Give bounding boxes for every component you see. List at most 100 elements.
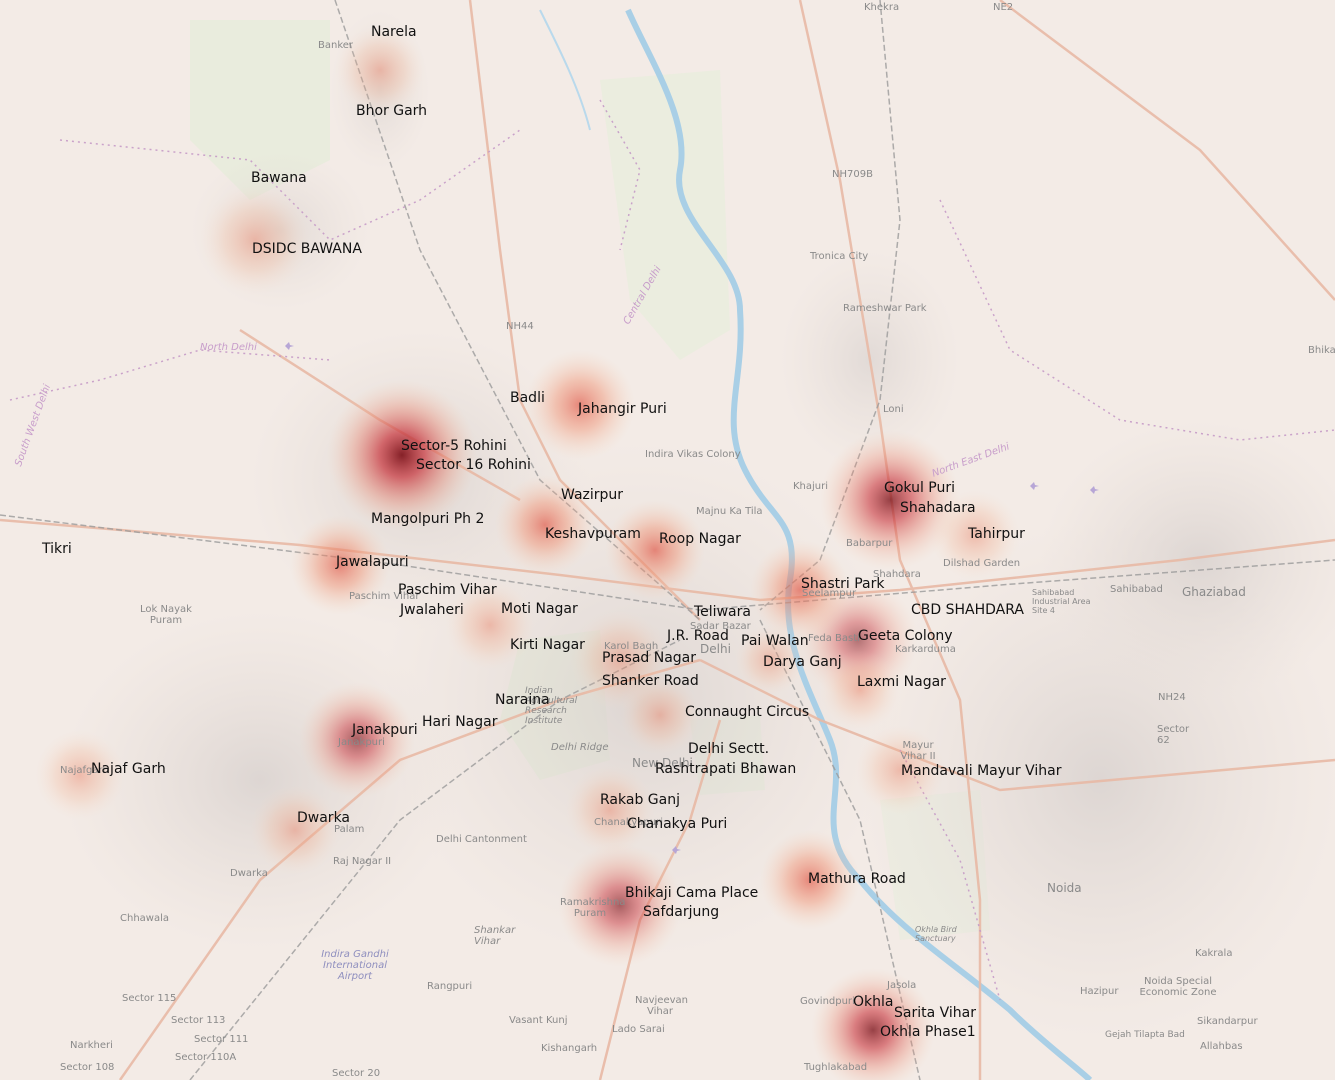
station-label[interactable]: Moti Nagar: [501, 601, 578, 617]
station-label[interactable]: Sector 16 Rohini: [416, 457, 531, 473]
base-label: Tronica City: [810, 251, 869, 262]
base-label: Sector 20: [332, 1068, 381, 1079]
base-label: Kakrala: [1195, 948, 1233, 959]
station-label[interactable]: Mathura Road: [808, 871, 906, 887]
station-label[interactable]: Kirti Nagar: [510, 637, 585, 653]
base-label: Ghaziabad: [1182, 585, 1246, 599]
station-label[interactable]: Mandavali Mayur Vihar: [901, 763, 1061, 779]
base-label: Banker: [318, 40, 354, 51]
station-label[interactable]: Sector-5 Rohini: [401, 438, 507, 454]
station-label[interactable]: Najaf Garh: [91, 761, 166, 777]
base-label: Sikandarpur: [1197, 1016, 1258, 1027]
base-label: Delhi: [700, 642, 731, 656]
base-label: Indira Vikas Colony: [645, 449, 741, 460]
hotspot-sector5-rohini: [327, 380, 477, 530]
station-label[interactable]: Bhor Garh: [356, 103, 427, 119]
station-label[interactable]: Tahirpur: [968, 526, 1025, 542]
station-label[interactable]: Chanakya Puri: [627, 816, 727, 832]
station-label[interactable]: Okhla Phase1: [880, 1024, 976, 1040]
station-label[interactable]: Gokul Puri: [884, 480, 955, 496]
base-label: Ramakrishna Puram: [560, 897, 626, 919]
base-label: Shankar Vihar: [474, 925, 516, 947]
base-label: Okhla Bird Sanctuary: [915, 925, 957, 943]
base-label: Feda Basti: [808, 633, 860, 644]
station-label[interactable]: Laxmi Nagar: [857, 674, 946, 690]
station-label[interactable]: Paschim Vihar: [398, 582, 497, 598]
base-label: Narkheri: [70, 1040, 113, 1051]
hotspot-dwarka: [250, 785, 340, 875]
station-label[interactable]: Badli: [510, 390, 545, 406]
station-label[interactable]: Wazirpur: [561, 487, 623, 503]
station-label[interactable]: Sarita Vihar: [894, 1005, 976, 1021]
station-label[interactable]: Rashtrapati Bhawan: [655, 761, 796, 777]
base-label: Sector 108: [60, 1062, 115, 1073]
station-label[interactable]: Hari Nagar: [422, 714, 497, 730]
station-label[interactable]: Naraina: [495, 692, 550, 708]
base-label: Kishangarh: [541, 1043, 598, 1054]
base-label: Khekra: [864, 2, 900, 13]
base-label: Delhi Ridge: [551, 742, 609, 753]
station-label[interactable]: Okhla: [853, 994, 893, 1010]
station-label[interactable]: Keshavpuram: [545, 526, 641, 542]
station-label[interactable]: Bawana: [251, 170, 307, 186]
heatmap-map[interactable]: Khekra NE2 Banker Tronica City Rameshwar…: [0, 0, 1335, 1080]
station-label[interactable]: Safdarjung: [643, 904, 719, 920]
station-label[interactable]: Darya Ganj: [763, 654, 842, 670]
base-label: Tughlakabad: [804, 1062, 868, 1073]
base-label: Dwarka: [230, 868, 268, 879]
hotspot-rakab-ganj: [565, 765, 655, 855]
station-label[interactable]: Rakab Ganj: [600, 792, 680, 808]
base-label: Indira Gandhi International Airport: [321, 949, 389, 982]
base-label: Gejah Tilapta Bad: [1105, 1030, 1185, 1040]
base-label: Allahbas: [1200, 1041, 1243, 1052]
station-label[interactable]: Geeta Colony: [858, 628, 953, 644]
base-label: Sahibabad Industrial Area Site 4: [1032, 588, 1091, 615]
station-label[interactable]: Pai Walan: [741, 633, 809, 649]
station-label[interactable]: Jawalapuri: [336, 554, 409, 570]
station-label[interactable]: Narela: [371, 24, 417, 40]
base-label: NH24: [1158, 692, 1186, 703]
base-label: NH44: [506, 321, 534, 332]
station-label[interactable]: Delhi Sectt.: [688, 741, 769, 757]
base-label: Bhikan: [1308, 345, 1335, 356]
base-label: Janakpuri: [338, 737, 385, 748]
station-label[interactable]: Roop Nagar: [659, 531, 741, 547]
base-label: Sahibabad: [1110, 584, 1163, 595]
hotspot-roop-nagar: [605, 500, 705, 600]
base-label: Vasant Kunj: [509, 1015, 568, 1026]
station-label[interactable]: Connaught Circus: [685, 704, 809, 720]
station-label[interactable]: Tikri: [42, 541, 72, 557]
station-label[interactable]: Bhikaji Cama Place: [625, 885, 758, 901]
base-label: Dilshad Garden: [943, 558, 1021, 569]
base-label: Lado Sarai: [612, 1024, 665, 1035]
base-label: Navjeevan Vihar: [635, 995, 688, 1017]
station-label[interactable]: Dwarka: [297, 810, 350, 826]
base-label: Karkarduma: [895, 644, 956, 655]
base-label: Jasola: [887, 980, 917, 991]
base-label: NE2: [993, 2, 1014, 13]
base-label: Delhi Cantonment: [436, 834, 527, 845]
station-label[interactable]: DSIDC BAWANA: [252, 241, 362, 257]
station-label[interactable]: Mangolpuri Ph 2: [371, 511, 484, 527]
station-label[interactable]: Jahangir Puri: [578, 401, 667, 417]
base-label: Sector 113: [171, 1015, 226, 1026]
base-label: Mayur Vihar II: [900, 740, 936, 762]
station-label[interactable]: Janakpuri: [352, 722, 418, 738]
hotspot-dsidc-bawana: [200, 185, 310, 295]
station-label[interactable]: Prasad Nagar: [602, 650, 696, 666]
station-label[interactable]: J.R. Road: [667, 628, 729, 644]
base-label: Sector 110A: [175, 1052, 237, 1063]
station-label[interactable]: Shanker Road: [602, 673, 699, 689]
base-label: Lok Nayak Puram: [140, 604, 192, 626]
base-label: Sector 115: [122, 993, 177, 1004]
station-label[interactable]: CBD SHAHDARA: [911, 602, 1024, 618]
base-label: North Delhi: [200, 342, 257, 353]
base-label: Sector 62: [1157, 724, 1190, 746]
station-label[interactable]: Teliwara: [694, 604, 751, 620]
station-label[interactable]: Jwalaheri: [400, 602, 464, 618]
base-label: NH709B: [832, 169, 873, 180]
station-label[interactable]: Shahadara: [900, 500, 976, 516]
station-label[interactable]: Shastri Park: [801, 576, 884, 592]
base-label: Raj Nagar II: [333, 856, 392, 867]
base-label: Majnu Ka Tila: [696, 506, 763, 517]
